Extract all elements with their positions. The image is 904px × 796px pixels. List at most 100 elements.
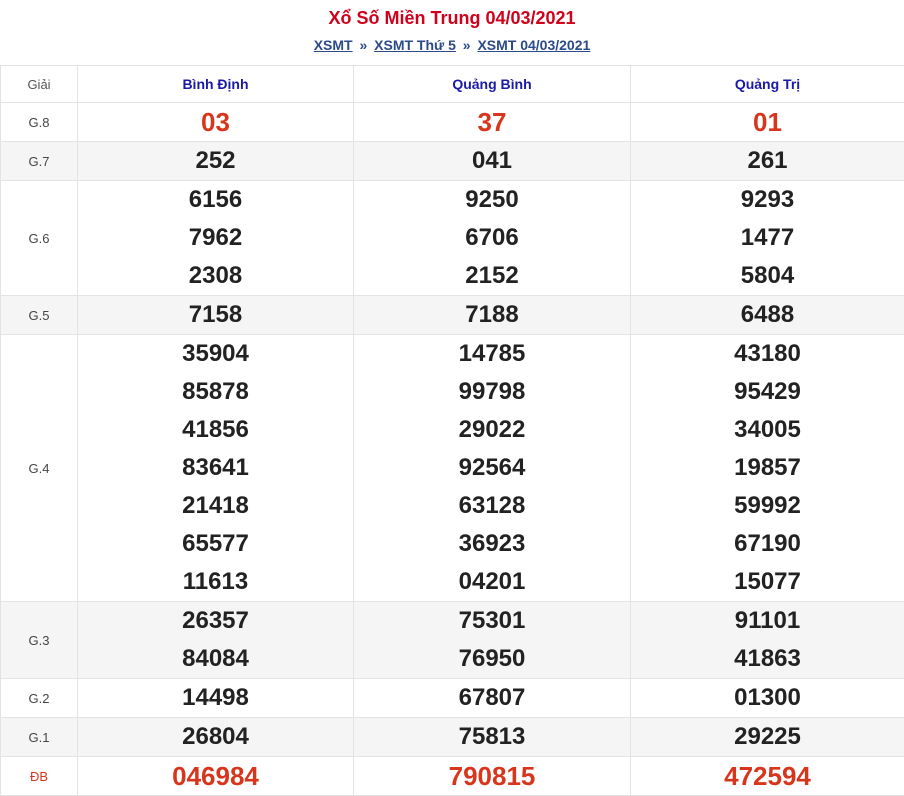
prize-number: 36923 — [354, 525, 630, 563]
prize-number: 2152 — [354, 257, 630, 295]
prize-number: 37 — [354, 103, 630, 141]
prize-number: 41856 — [78, 411, 353, 449]
breadcrumb-link-xsmt[interactable]: XSMT — [314, 37, 353, 53]
prize-number: 252 — [78, 142, 353, 180]
table-row: G.43590485878418568364121418655771161314… — [1, 335, 904, 602]
prize-number: 75301 — [354, 602, 630, 640]
table-row: G.6615679622308925067062152929314775804 — [1, 181, 904, 296]
prize-label: G.7 — [1, 142, 78, 181]
breadcrumb-separator: » — [356, 37, 370, 53]
prize-number: 14785 — [354, 335, 630, 373]
prize-label: G.4 — [1, 335, 78, 602]
prize-number: 15077 — [631, 563, 904, 601]
prize-column-header: Giải — [1, 66, 78, 103]
prize-label: G.8 — [1, 103, 78, 142]
prize-number: 14498 — [78, 679, 353, 717]
prize-cell: 43180954293400519857599926719015077 — [631, 335, 904, 602]
prize-cell: 26804 — [78, 718, 354, 757]
prize-number: 76950 — [354, 640, 630, 678]
prize-cell: 67807 — [354, 679, 631, 718]
prize-number: 261 — [631, 142, 904, 180]
prize-number: 67807 — [354, 679, 630, 717]
prize-number: 63128 — [354, 487, 630, 525]
table-row: G.7252041261 — [1, 142, 904, 181]
prize-cell: 37 — [354, 103, 631, 142]
prize-number: 04201 — [354, 563, 630, 601]
prize-number: 21418 — [78, 487, 353, 525]
prize-number: 26357 — [78, 602, 353, 640]
prize-number: 7962 — [78, 219, 353, 257]
prize-number: 35904 — [78, 335, 353, 373]
prize-cell: 01 — [631, 103, 904, 142]
prize-cell: 6488 — [631, 296, 904, 335]
prize-cell: 925067062152 — [354, 181, 631, 296]
prize-number: 83641 — [78, 449, 353, 487]
table-row: G.5715871886488 — [1, 296, 904, 335]
prize-cell: 14785997982902292564631283692304201 — [354, 335, 631, 602]
prize-number: 43180 — [631, 335, 904, 373]
prize-number: 92564 — [354, 449, 630, 487]
prize-number: 29225 — [631, 718, 904, 756]
prize-cell: 2635784084 — [78, 602, 354, 679]
province-header-quang-tri[interactable]: Quảng Trị — [631, 66, 904, 103]
province-header-quang-binh[interactable]: Quảng Bình — [354, 66, 631, 103]
table-row: G.1268047581329225 — [1, 718, 904, 757]
prize-cell: 9110141863 — [631, 602, 904, 679]
prize-label: ĐB — [1, 757, 78, 796]
breadcrumb-link-xsmt-thu5[interactable]: XSMT Thứ 5 — [374, 37, 456, 53]
prize-number: 85878 — [78, 373, 353, 411]
prize-number: 29022 — [354, 411, 630, 449]
breadcrumb-separator: » — [460, 37, 474, 53]
prize-number: 472594 — [631, 757, 904, 795]
prize-number: 9250 — [354, 181, 630, 219]
prize-label: G.5 — [1, 296, 78, 335]
table-row: G.3263578408475301769509110141863 — [1, 602, 904, 679]
prize-number: 7188 — [354, 296, 630, 334]
prize-cell: 615679622308 — [78, 181, 354, 296]
prize-number: 84084 — [78, 640, 353, 678]
prize-label: G.2 — [1, 679, 78, 718]
prize-cell: 252 — [78, 142, 354, 181]
prize-number: 41863 — [631, 640, 904, 678]
table-row: G.8033701 — [1, 103, 904, 142]
prize-cell: 35904858784185683641214186557711613 — [78, 335, 354, 602]
prize-number: 34005 — [631, 411, 904, 449]
province-header-binh-dinh[interactable]: Bình Định — [78, 66, 354, 103]
prize-number: 95429 — [631, 373, 904, 411]
prize-number: 6488 — [631, 296, 904, 334]
prize-cell: 7188 — [354, 296, 631, 335]
breadcrumb: XSMT » XSMT Thứ 5 » XSMT 04/03/2021 — [0, 34, 904, 65]
prize-number: 6156 — [78, 181, 353, 219]
prize-number: 67190 — [631, 525, 904, 563]
prize-number: 9293 — [631, 181, 904, 219]
breadcrumb-link-xsmt-date[interactable]: XSMT 04/03/2021 — [477, 37, 590, 53]
prize-number: 1477 — [631, 219, 904, 257]
prize-number: 91101 — [631, 602, 904, 640]
prize-label: G.1 — [1, 718, 78, 757]
prize-number: 26804 — [78, 718, 353, 756]
prize-label: G.3 — [1, 602, 78, 679]
prize-number: 01300 — [631, 679, 904, 717]
prize-number: 790815 — [354, 757, 630, 795]
prize-cell: 03 — [78, 103, 354, 142]
prize-number: 041 — [354, 142, 630, 180]
prize-cell: 261 — [631, 142, 904, 181]
prize-cell: 75813 — [354, 718, 631, 757]
prize-cell: 29225 — [631, 718, 904, 757]
prize-number: 03 — [78, 103, 353, 141]
prize-number: 99798 — [354, 373, 630, 411]
results-table: Giải Bình Định Quảng Bình Quảng Trị G.80… — [0, 65, 904, 796]
prize-number: 2308 — [78, 257, 353, 295]
prize-number: 046984 — [78, 757, 353, 795]
table-row: ĐB046984790815472594 — [1, 757, 904, 796]
prize-number: 59992 — [631, 487, 904, 525]
prize-cell: 14498 — [78, 679, 354, 718]
prize-cell: 041 — [354, 142, 631, 181]
prize-number: 01 — [631, 103, 904, 141]
prize-cell: 7158 — [78, 296, 354, 335]
table-header-row: Giải Bình Định Quảng Bình Quảng Trị — [1, 66, 904, 103]
prize-cell: 7530176950 — [354, 602, 631, 679]
table-row: G.2144986780701300 — [1, 679, 904, 718]
prize-cell: 472594 — [631, 757, 904, 796]
prize-label: G.6 — [1, 181, 78, 296]
